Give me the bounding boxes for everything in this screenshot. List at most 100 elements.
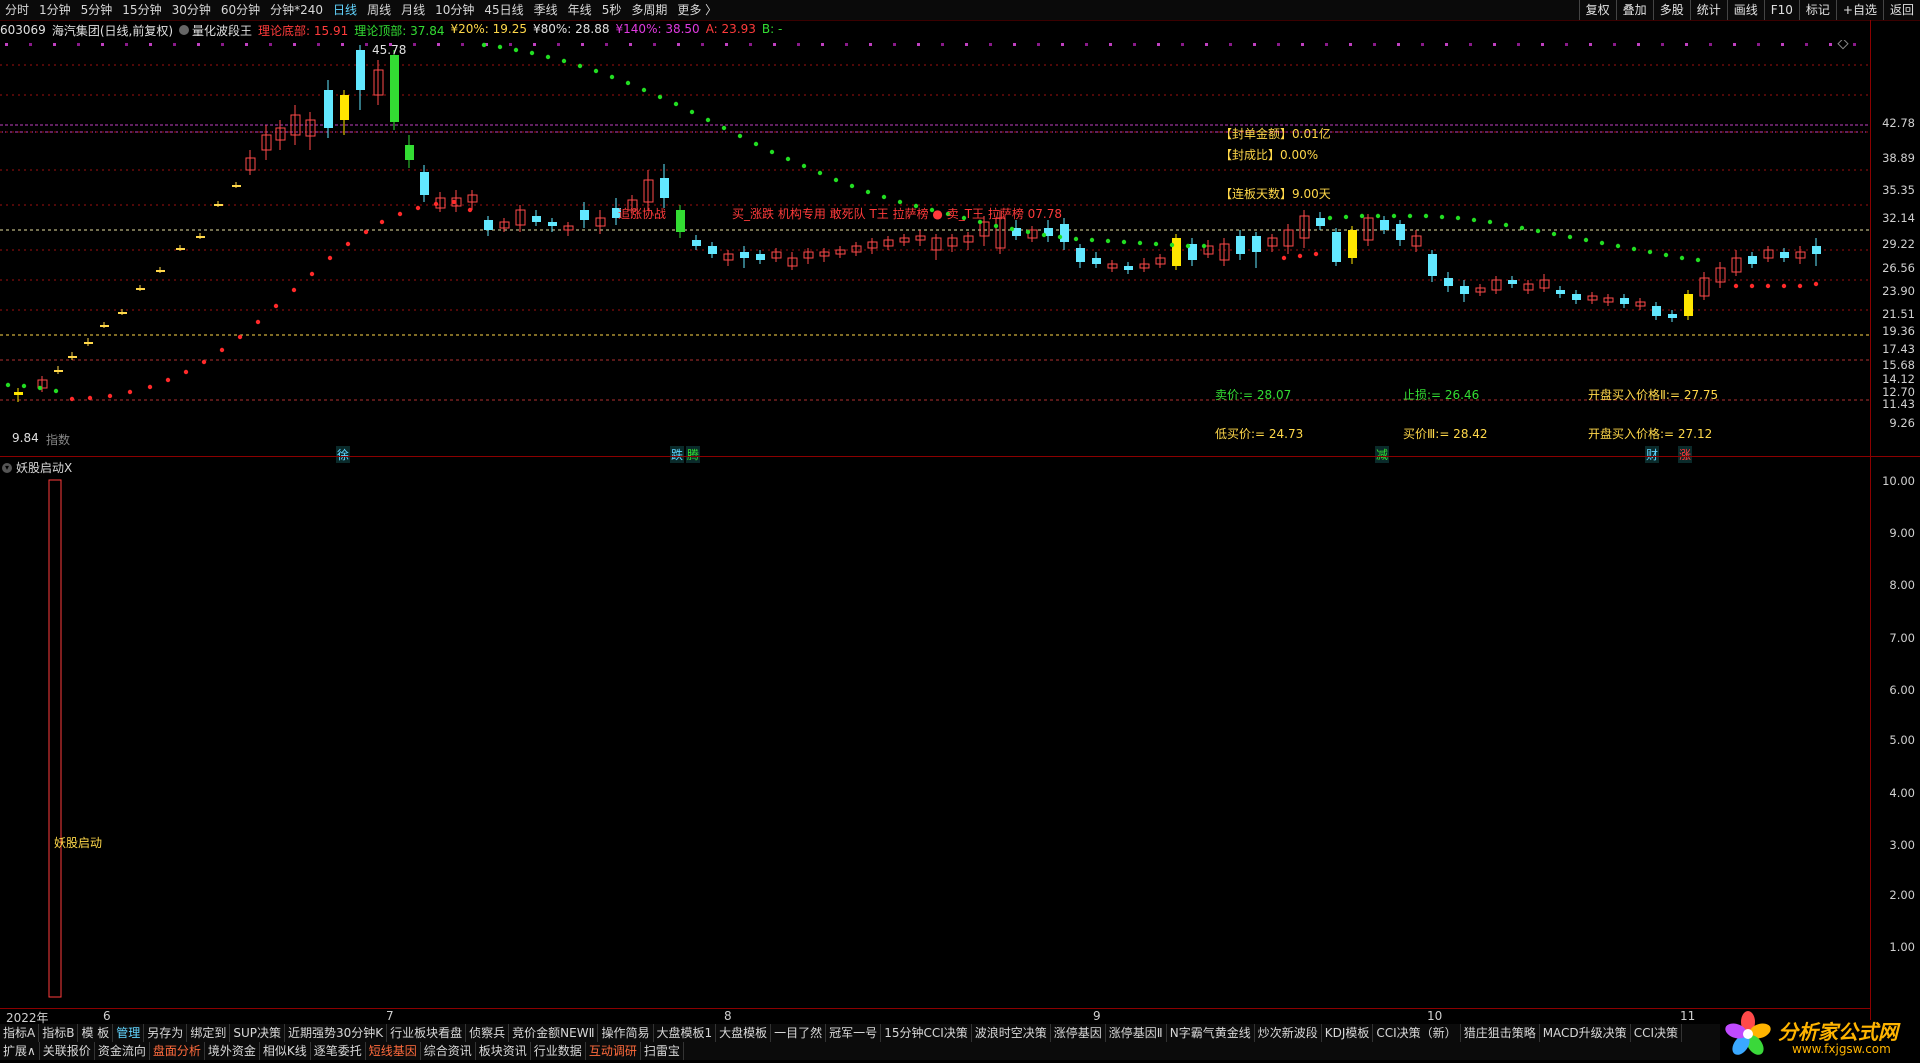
indicator-value-0: 理论底部: 15.91 — [258, 23, 349, 38]
period-tab-5[interactable]: 60分钟 — [216, 0, 265, 20]
template-tab-1[interactable]: 指标B — [39, 1024, 79, 1042]
toolbar-button-3[interactable]: 统计 — [1689, 0, 1727, 20]
toolbar-button-4[interactable]: 画线 — [1726, 0, 1764, 20]
toolbar-button-0[interactable]: 复权 — [1578, 0, 1616, 20]
info-tab-10[interactable]: 行业数据 — [531, 1042, 586, 1060]
info-tab-11[interactable]: 互动调研 — [586, 1042, 641, 1060]
candle-body — [1508, 280, 1517, 284]
template-tab-16[interactable]: 15分钟CCI决策 — [881, 1024, 972, 1042]
info-tab-2[interactable]: 资金流向 — [95, 1042, 150, 1060]
template-tab-2[interactable]: 模 板 — [78, 1024, 114, 1042]
period-tab-13[interactable]: 年线 — [563, 0, 597, 20]
price-tick: 23.90 — [1882, 284, 1915, 298]
template-tab-14[interactable]: 一目了然 — [771, 1024, 827, 1042]
period-tab-7[interactable]: 日线 — [328, 0, 362, 20]
template-tab-26[interactable]: CCI决策 — [1631, 1024, 1682, 1042]
top-dot — [1085, 43, 1088, 46]
top-dot — [1157, 43, 1160, 46]
template-tab-6[interactable]: SUP决策 — [230, 1024, 285, 1042]
support-dot — [1297, 253, 1303, 259]
template-tab-0[interactable]: 指标A — [0, 1024, 40, 1042]
sub-tick: 10.00 — [1882, 474, 1915, 488]
toolbar-button-7[interactable]: +自选 — [1835, 0, 1883, 20]
template-tab-17[interactable]: 波浪时空决策 — [972, 1024, 1051, 1042]
template-tab-9[interactable]: 侦察兵 — [466, 1024, 510, 1042]
template-tab-24[interactable]: 猎庄狙击策略 — [1461, 1024, 1540, 1042]
period-tab-9[interactable]: 月线 — [396, 0, 430, 20]
info-tab-5[interactable]: 相似K线 — [260, 1042, 311, 1060]
template-tab-12[interactable]: 大盘模板1 — [654, 1024, 717, 1042]
template-tab-10[interactable]: 竞价金额NEWⅡ — [509, 1024, 599, 1042]
indicator-value-3: ¥80%: 28.88 — [533, 21, 610, 36]
resistance-dot — [1407, 213, 1413, 219]
info-tab-0[interactable]: 扩展∧ — [0, 1042, 40, 1060]
toolbar-button-6[interactable]: 标记 — [1798, 0, 1836, 20]
sub-tick: 8.00 — [1889, 578, 1915, 592]
logo-text: 分析家公式网 — [1778, 1020, 1898, 1044]
indicator-name[interactable]: 量化波段王 — [192, 22, 252, 39]
toolbar-button-8[interactable]: 返回 — [1882, 0, 1920, 20]
template-tab-3[interactable]: 管理 — [113, 1024, 145, 1042]
resistance-dot — [865, 189, 871, 195]
subpane-chart[interactable] — [0, 460, 1870, 1008]
template-tab-13[interactable]: 大盘模板 — [716, 1024, 772, 1042]
period-tab-4[interactable]: 30分钟 — [167, 0, 216, 20]
resistance-dot — [561, 58, 567, 64]
resistance-dot — [1391, 213, 1397, 219]
template-tab-22[interactable]: KDJ模板 — [1322, 1024, 1374, 1042]
period-tab-15[interactable]: 多周期 — [626, 0, 672, 20]
period-tab-0[interactable]: 分时 — [0, 0, 34, 20]
period-tab-10[interactable]: 10分钟 — [430, 0, 479, 20]
period-tab-14[interactable]: 5秒 — [597, 0, 627, 20]
template-tab-5[interactable]: 绑定到 — [187, 1024, 231, 1042]
template-tab-8[interactable]: 行业板块看盘 — [387, 1024, 467, 1042]
top-dot — [989, 43, 992, 46]
info-tab-3[interactable]: 盘面分析 — [150, 1042, 205, 1060]
info-tab-6[interactable]: 逐笔委托 — [311, 1042, 366, 1060]
template-tab-15[interactable]: 冠军一号 — [826, 1024, 882, 1042]
candle-body — [1092, 258, 1101, 264]
resistance-dot — [641, 87, 647, 93]
support-dot — [1281, 255, 1287, 261]
info-tab-9[interactable]: 板块资讯 — [476, 1042, 531, 1060]
pane-divider[interactable] — [0, 456, 1920, 457]
sub-tick: 4.00 — [1889, 786, 1915, 800]
period-tab-1[interactable]: 1分钟 — [34, 0, 76, 20]
period-tab-12[interactable]: 季线 — [529, 0, 563, 20]
template-tab-23[interactable]: CCI决策（新） — [1373, 1024, 1461, 1042]
info-tab-12[interactable]: 扫雷宝 — [641, 1042, 684, 1060]
candle-body — [1812, 246, 1821, 254]
resistance-dot — [1121, 239, 1127, 245]
template-tab-25[interactable]: MACD升级决策 — [1540, 1024, 1631, 1042]
top-dot — [1325, 43, 1328, 46]
support-dot — [1781, 283, 1787, 289]
period-tab-8[interactable]: 周线 — [362, 0, 396, 20]
template-tab-11[interactable]: 操作简易 — [598, 1024, 654, 1042]
resistance-dot — [1137, 240, 1143, 246]
template-tab-4[interactable]: 另存为 — [144, 1024, 188, 1042]
toolbar-button-2[interactable]: 多股 — [1652, 0, 1690, 20]
template-tab-7[interactable]: 近期强势30分钟K — [285, 1024, 388, 1042]
toolbar-button-5[interactable]: F10 — [1763, 0, 1799, 20]
indicator-toggle-icon[interactable] — [179, 25, 190, 35]
resistance-dot — [21, 383, 27, 389]
period-tab-2[interactable]: 5分钟 — [76, 0, 118, 20]
template-tab-18[interactable]: 涨停基因 — [1051, 1024, 1106, 1042]
resistance-dot — [1153, 241, 1159, 247]
period-tab-3[interactable]: 15分钟 — [117, 0, 166, 20]
period-tab-6[interactable]: 分钟*240 — [265, 0, 328, 20]
info-tab-4[interactable]: 境外资金 — [205, 1042, 260, 1060]
top-dot — [1181, 43, 1184, 46]
period-tab-11[interactable]: 45日线 — [479, 0, 528, 20]
info-tab-7[interactable]: 短线基因 — [366, 1042, 421, 1060]
info-tab-8[interactable]: 综合资讯 — [421, 1042, 476, 1060]
info-tab-1[interactable]: 关联报价 — [40, 1042, 95, 1060]
diamond-icon[interactable] — [1837, 40, 1849, 50]
template-tab-19[interactable]: 涨停基因Ⅱ — [1106, 1024, 1167, 1042]
template-tab-21[interactable]: 炒次新波段 — [1255, 1024, 1322, 1042]
template-tab-20[interactable]: N字霸气黄金线 — [1167, 1024, 1255, 1042]
toolbar-button-1[interactable]: 叠加 — [1615, 0, 1653, 20]
price-tick: 9.26 — [1889, 416, 1915, 430]
period-tab-16[interactable]: 更多 〉 — [672, 0, 722, 20]
resistance-dot — [1185, 243, 1191, 249]
